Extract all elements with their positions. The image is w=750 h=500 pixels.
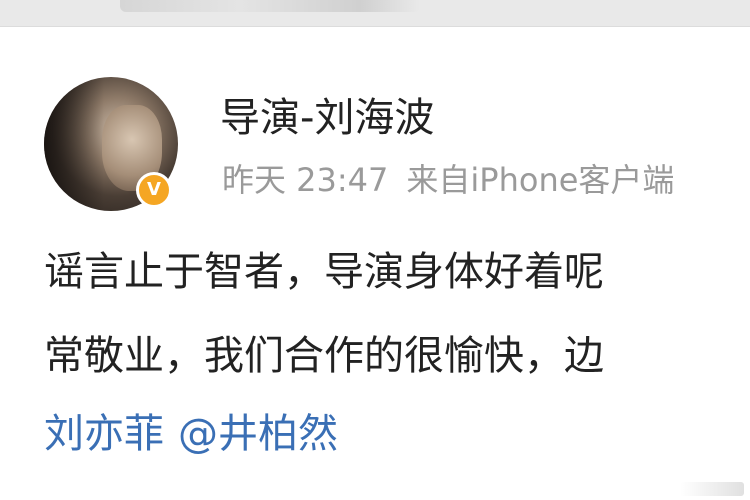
mention-link-1[interactable]: 刘亦菲 [44, 411, 164, 457]
verified-badge-icon: V [136, 172, 172, 208]
top-bar [0, 0, 750, 27]
post-mentions: 刘亦菲 @井柏然 [44, 401, 338, 459]
post-meta: 昨天 23:47 来自iPhone客户端 [222, 155, 674, 201]
blurred-header-text [120, 0, 420, 12]
post-card: V 导演-刘海波 昨天 23:47 来自iPhone客户端 谣言止于智者，导演身体… [0, 27, 750, 500]
corner-watermark [680, 482, 744, 496]
avatar-shadow [44, 77, 104, 211]
mention-link-2[interactable]: @井柏然 [178, 411, 338, 457]
weibo-post-screenshot: V 导演-刘海波 昨天 23:47 来自iPhone客户端 谣言止于智者，导演身体… [0, 0, 750, 500]
post-source: 来自iPhone客户端 [406, 161, 675, 199]
post-text-line-1: 谣言止于智者，导演身体好着呢 [44, 249, 604, 295]
post-text-line-2: 常敬业，我们合作的很愉快，边 [44, 333, 604, 379]
post-time: 昨天 23:47 [222, 161, 389, 199]
author-name[interactable]: 导演-刘海波 [220, 85, 434, 143]
